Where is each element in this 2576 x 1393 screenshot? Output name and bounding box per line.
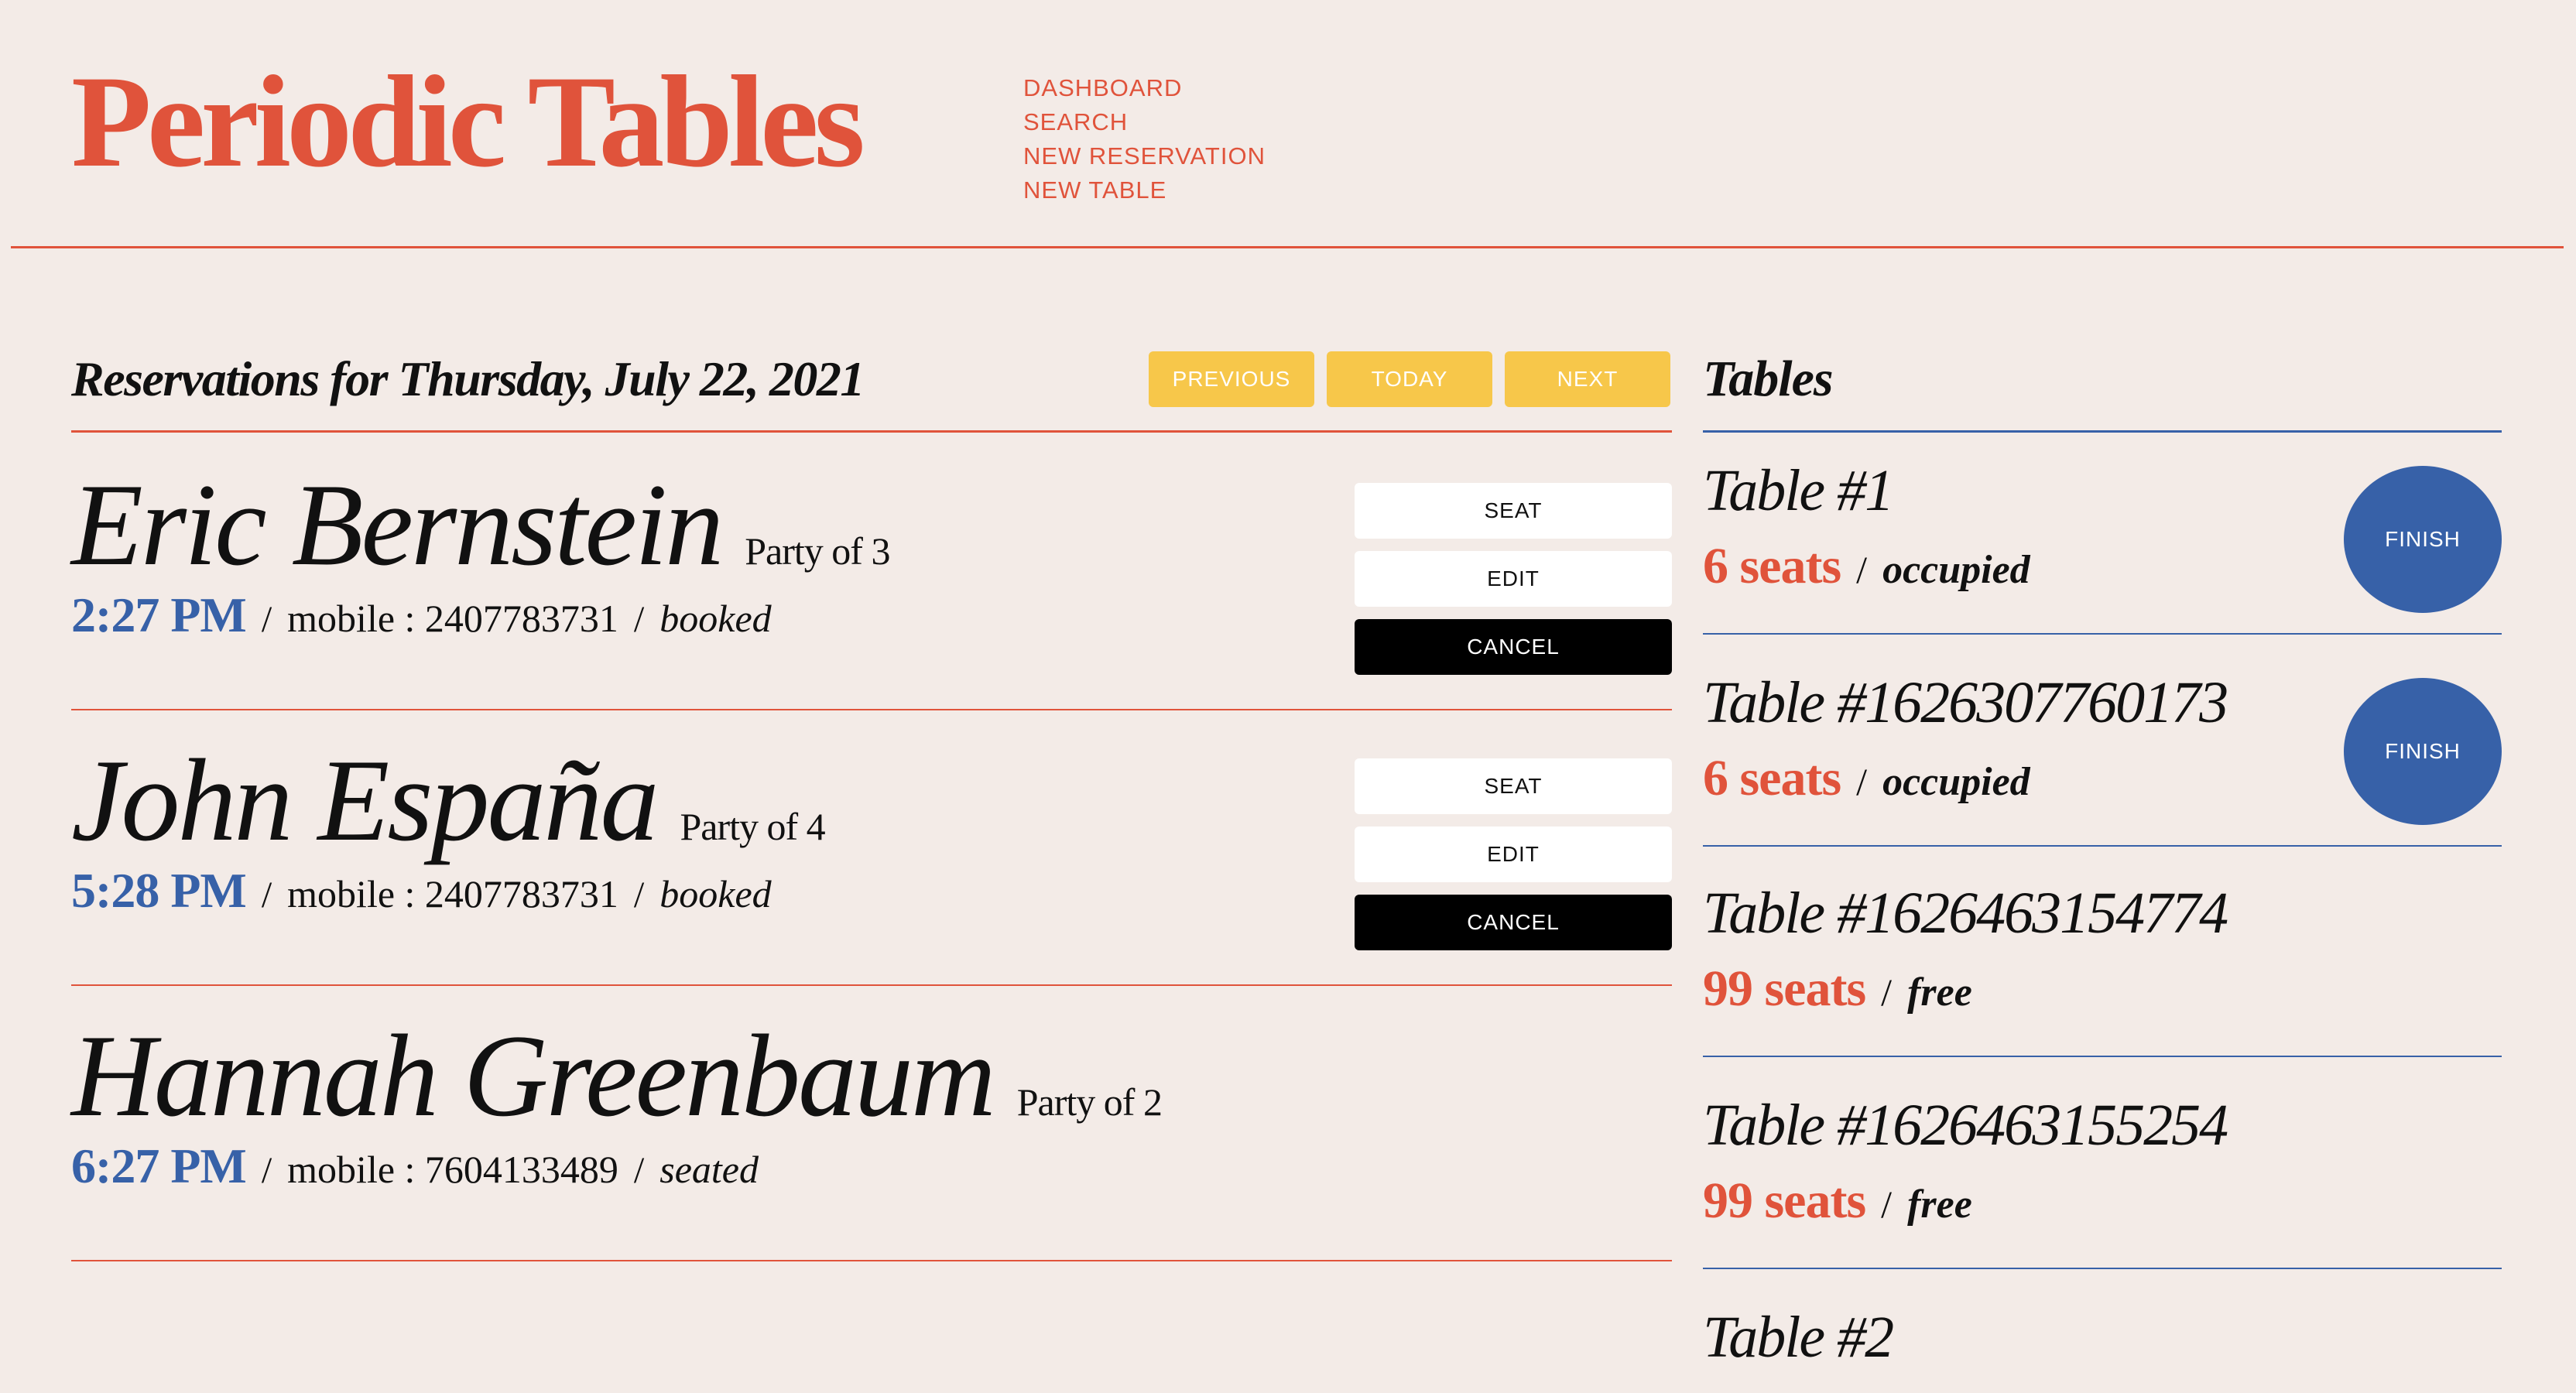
next-button[interactable]: NEXT [1505, 351, 1670, 407]
separator: / [261, 1150, 272, 1191]
reservations-heading: Reservations for Thursday, July 22, 2021 [71, 351, 865, 406]
header-divider [11, 246, 2564, 248]
reservation-card: Hannah Greenbaum Party of 2 6:27 PM / mo… [71, 986, 1672, 1261]
finish-button[interactable]: FINISH [2344, 466, 2502, 613]
reservation-party-size: Party of 2 [1016, 1080, 1163, 1124]
reservation-mobile: mobile : 2407783731 [287, 597, 618, 640]
reservation-name: Hannah Greenbaum [71, 1011, 996, 1141]
table-card: Table #1 6 seats / occupied FINISH [1703, 423, 2502, 635]
reservation-status: booked [659, 872, 772, 916]
reservation-card: Eric Bernstein Party of 3 2:27 PM / mobi… [71, 435, 1672, 710]
reservation-time: 5:28 PM [71, 863, 247, 918]
reservation-name: Eric Bernstein [71, 460, 724, 590]
reservation-time: 6:27 PM [71, 1138, 247, 1193]
seat-button[interactable]: SEAT [1355, 758, 1672, 814]
table-seats: 6 seats [1703, 538, 1841, 594]
reservation-card: John España Party of 4 5:28 PM / mobile … [71, 710, 1672, 986]
table-status: occupied [1882, 760, 2030, 804]
table-seats: 99 seats [1703, 1172, 1866, 1229]
app-header: Periodic Tables DASHBOARD SEARCH NEW RES… [0, 0, 2576, 251]
edit-button[interactable]: EDIT [1355, 827, 1672, 882]
separator: / [1881, 1183, 1893, 1226]
reservation-mobile: mobile : 2407783731 [287, 872, 618, 916]
separator: / [1856, 548, 1868, 591]
nav-dashboard[interactable]: DASHBOARD [1023, 71, 1266, 105]
reservation-party-size: Party of 4 [680, 805, 825, 848]
table-card: Table #2 [1703, 1269, 2502, 1393]
reservation-divider [71, 1260, 1672, 1261]
table-name: Table #1 [1703, 458, 1894, 523]
table-card: Table #1626307760173 6 seats / occupied … [1703, 635, 2502, 847]
seat-button[interactable]: SEAT [1355, 483, 1672, 539]
reservation-status: seated [659, 1148, 759, 1191]
table-card: Table #1626463154774 99 seats / free [1703, 845, 2502, 1057]
finish-button[interactable]: FINISH [2344, 678, 2502, 825]
today-button[interactable]: TODAY [1327, 351, 1492, 407]
edit-button[interactable]: EDIT [1355, 551, 1672, 607]
table-name: Table #1626463154774 [1703, 881, 2228, 946]
cancel-button[interactable]: CANCEL [1355, 619, 1672, 675]
separator: / [261, 599, 272, 640]
reservation-name: John España [71, 735, 659, 865]
previous-button[interactable]: PREVIOUS [1149, 351, 1314, 407]
separator: / [633, 874, 645, 916]
table-seats: 6 seats [1703, 750, 1841, 806]
separator: / [633, 1150, 645, 1191]
separator: / [633, 599, 645, 640]
main-nav: DASHBOARD SEARCH NEW RESERVATION NEW TAB… [1023, 71, 1266, 207]
table-status: occupied [1882, 548, 2030, 592]
nav-new-table[interactable]: NEW TABLE [1023, 173, 1266, 207]
cancel-button[interactable]: CANCEL [1355, 895, 1672, 950]
reservation-time: 2:27 PM [71, 587, 247, 642]
tables-heading: Tables [1703, 351, 1834, 407]
table-name: Table #1626307760173 [1703, 670, 2228, 735]
table-name: Table #2 [1703, 1305, 1894, 1370]
reservation-status: booked [659, 597, 772, 640]
nav-search[interactable]: SEARCH [1023, 105, 1266, 139]
date-navigation: PREVIOUS TODAY NEXT [1149, 351, 1670, 407]
table-seats: 99 seats [1703, 960, 1866, 1017]
separator: / [261, 874, 272, 916]
nav-new-reservation[interactable]: NEW RESERVATION [1023, 139, 1266, 173]
reservation-mobile: mobile : 7604133489 [287, 1148, 618, 1191]
table-name: Table #1626463155254 [1703, 1093, 2228, 1158]
brand-title[interactable]: Periodic Tables [71, 56, 865, 187]
table-card: Table #1626463155254 99 seats / free [1703, 1057, 2502, 1269]
table-status: free [1907, 970, 1972, 1015]
separator: / [1856, 760, 1868, 803]
separator: / [1881, 970, 1893, 1014]
reservation-party-size: Party of 3 [745, 529, 890, 573]
reservations-divider [71, 430, 1672, 433]
table-status: free [1907, 1183, 1972, 1227]
